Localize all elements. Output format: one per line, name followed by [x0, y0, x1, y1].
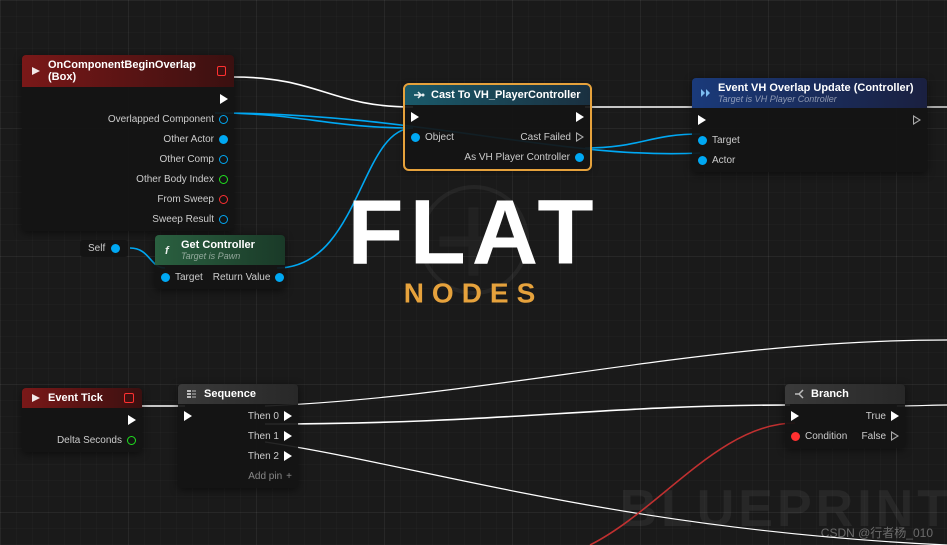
sequence-icon: [186, 388, 198, 400]
hero-overlay: FLAT NODES: [347, 191, 599, 310]
pin-from-sweep[interactable]: From Sweep: [108, 191, 228, 207]
pin-other-comp[interactable]: Other Comp: [108, 151, 228, 167]
node-title: Event Tick: [48, 392, 103, 404]
node-header: Sequence: [178, 384, 298, 404]
cast-icon: [413, 89, 425, 101]
exec-out-pin[interactable]: [57, 412, 136, 428]
node-title: Branch: [811, 388, 849, 400]
exec-out-pin[interactable]: [913, 112, 921, 128]
watermark-text: CSDN @行者杨_010: [821, 524, 933, 541]
add-pin-button[interactable]: +Add pin: [248, 468, 292, 484]
function-icon: f: [163, 244, 175, 256]
node-overlap-event[interactable]: OnComponentBeginOverlap (Box) Overlapped…: [22, 55, 234, 231]
self-label: Self: [88, 243, 105, 254]
node-title: Sequence: [204, 388, 256, 400]
delegate-pin-icon[interactable]: [217, 66, 226, 76]
node-title: OnComponentBeginOverlap (Box): [48, 59, 211, 83]
pin-other-actor[interactable]: Other Actor: [108, 131, 228, 147]
event-icon: [30, 392, 42, 404]
pin-then-0[interactable]: Then 0: [248, 408, 292, 424]
event-icon: [30, 65, 42, 77]
pin-target[interactable]: Target: [698, 132, 740, 148]
pin-cast-failed[interactable]: Cast Failed: [464, 129, 584, 145]
self-out-pin[interactable]: [111, 244, 120, 253]
pin-return-value[interactable]: Return Value: [213, 269, 285, 285]
pin-as-controller[interactable]: As VH Player Controller: [464, 149, 584, 165]
node-header: OnComponentBeginOverlap (Box): [22, 55, 234, 87]
pin-then-1[interactable]: Then 1: [248, 428, 292, 444]
delegate-pin-icon[interactable]: [124, 393, 134, 403]
node-event-vh-overlap-update[interactable]: Event VH Overlap Update (Controller) Tar…: [692, 78, 927, 172]
node-title: Get Controller: [181, 239, 255, 251]
node-cast-to-playercontroller[interactable]: Cast To VH_PlayerController Object Cast …: [405, 85, 590, 169]
node-subtitle: Target is VH Player Controller: [718, 94, 914, 104]
node-self-reference[interactable]: Self: [80, 240, 128, 257]
pin-false[interactable]: False: [862, 428, 899, 444]
node-header: f Get Controller Target is Pawn: [155, 235, 285, 265]
pin-sweep-result[interactable]: Sweep Result: [108, 211, 228, 227]
node-subtitle: Target is Pawn: [181, 251, 255, 261]
node-title: Cast To VH_PlayerController: [431, 89, 581, 101]
exec-out-pin[interactable]: [108, 91, 228, 107]
event-call-icon: [700, 87, 712, 99]
node-title: Event VH Overlap Update (Controller): [718, 82, 914, 94]
exec-in-pin[interactable]: [791, 408, 847, 424]
pin-actor[interactable]: Actor: [698, 152, 740, 168]
node-branch[interactable]: Branch Condition True False: [785, 384, 905, 448]
node-header: Cast To VH_PlayerController: [405, 85, 590, 105]
svg-text:f: f: [165, 245, 170, 256]
node-header: Event VH Overlap Update (Controller) Tar…: [692, 78, 927, 108]
pin-true[interactable]: True: [862, 408, 899, 424]
exec-in-pin[interactable]: [411, 109, 454, 125]
pin-target[interactable]: Target: [161, 269, 203, 285]
pin-condition[interactable]: Condition: [791, 428, 847, 444]
exec-in-pin[interactable]: [698, 112, 740, 128]
node-header: Event Tick: [22, 388, 142, 408]
pin-overlapped-component[interactable]: Overlapped Component: [108, 111, 228, 127]
pin-delta-seconds[interactable]: Delta Seconds: [57, 432, 136, 448]
pin-then-2[interactable]: Then 2: [248, 448, 292, 464]
node-header: Branch: [785, 384, 905, 404]
branch-icon: [793, 388, 805, 400]
pin-object[interactable]: Object: [411, 129, 454, 145]
exec-out-pin[interactable]: [464, 109, 584, 125]
hero-sub-text: NODES: [347, 278, 599, 310]
node-sequence[interactable]: Sequence Then 0 Then 1 Then 2 +Add pin: [178, 384, 298, 488]
node-get-controller[interactable]: f Get Controller Target is Pawn Target R…: [155, 235, 285, 289]
node-event-tick[interactable]: Event Tick Delta Seconds: [22, 388, 142, 452]
pin-other-body-index[interactable]: Other Body Index: [108, 171, 228, 187]
bg-zoom-plus-icon: +: [419, 185, 529, 295]
hero-main-text: FLAT: [347, 191, 599, 274]
exec-in-pin[interactable]: [184, 408, 192, 424]
